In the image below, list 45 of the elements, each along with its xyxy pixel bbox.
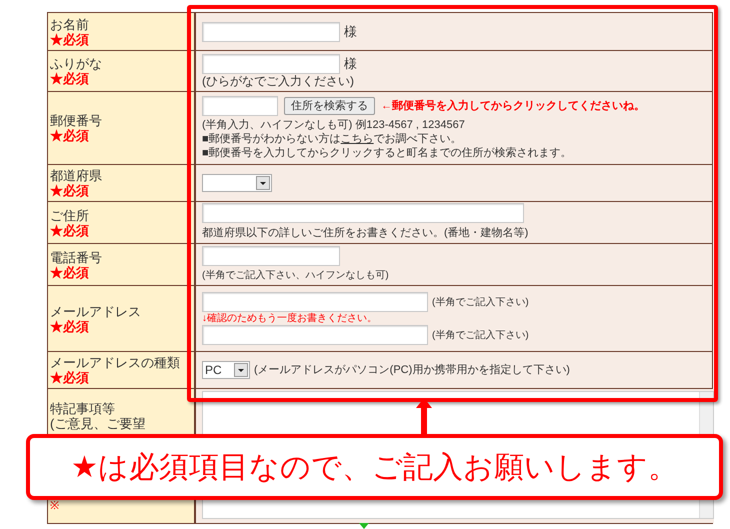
input-field[interactable] [202, 246, 340, 266]
helper-text: (半角入力、ハイフンなしも可) 例123-4567 , 1234567 [202, 118, 466, 132]
helper-text: (ひらがなでご入力ください) [202, 74, 355, 88]
required-mark: ★必須 [50, 71, 90, 86]
field-label: 電話番号 [50, 250, 103, 264]
honorific-text: 様 [344, 22, 357, 41]
lookup-link[interactable]: こちら [340, 133, 374, 145]
helper-text: (半角でご記入下さい) [432, 296, 529, 310]
down-triangle-icon [359, 523, 369, 529]
required-mark: ★必須 [50, 128, 90, 143]
helper-text: (半角でご記入下さい) [432, 328, 529, 342]
input-field[interactable] [202, 292, 428, 312]
helper-text: (半角でご記入下さい、ハイフンなしも可) [202, 268, 389, 283]
callout-tooltip: ★は必須項目なので、ご記入お願いします。 [26, 434, 723, 500]
input-field[interactable] [202, 96, 278, 116]
lookup-text: ■郵便番号がわからない方はこちらでお調べ下さい。 [202, 132, 463, 146]
hint-text: ←郵便番号を入力してからクリックしてくださいね。 [381, 99, 645, 113]
required-mark: ★必須 [50, 32, 90, 46]
field-label: メールアドレスの種類 [50, 355, 181, 370]
required-mark: ★必須 [50, 264, 90, 280]
field-label: 特記事項等 [50, 401, 116, 416]
helper-text: (メールアドレスがパソコン(PC)用か携帯用かを指定して下さい) [254, 362, 570, 378]
field-label: 都道府県 [50, 168, 103, 183]
required-mark: ★必須 [50, 370, 90, 385]
required-mark: ★必須 [50, 183, 90, 198]
note-mark: ※ [50, 499, 60, 514]
helper-text: 都道府県以下の詳しいご住所をお書きください。(番地・建物名等) [202, 226, 528, 242]
field-label: お名前 [50, 16, 90, 32]
input-field[interactable] [202, 22, 340, 42]
required-mark: ★必須 [50, 318, 90, 334]
field-label: (ご意見、ご要望 [50, 416, 146, 431]
field-label: ご住所 [50, 208, 90, 222]
input-field[interactable] [202, 54, 340, 74]
required-mark: ★必須 [50, 222, 90, 238]
input-field[interactable] [202, 203, 524, 224]
select-field[interactable]: PC [202, 361, 250, 379]
select-field[interactable] [202, 174, 272, 192]
helper-text: ■郵便番号を入力してからクリックすると町名までの住所が検索されます。 [202, 146, 573, 160]
field-label: メールアドレス [50, 304, 142, 318]
honorific-text: 様 [344, 54, 357, 72]
address-search-button[interactable]: 住所を検索する [284, 97, 375, 115]
hint-text: ↓確認のためもう一度お書きください。 [202, 312, 378, 325]
field-label: ふりがな [50, 56, 103, 71]
input-field[interactable] [202, 325, 428, 345]
field-label: 郵便番号 [50, 113, 103, 128]
